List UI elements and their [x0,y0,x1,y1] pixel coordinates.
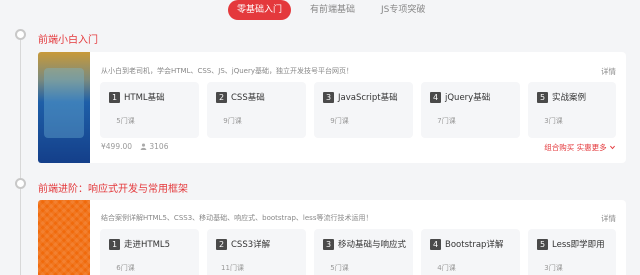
course-number: 4 [430,239,441,250]
course-item[interactable]: 3 JavaScript基础 9门课 [314,82,413,138]
course-name: 实战案例 [552,93,587,103]
course-count: 11门课 [221,264,244,272]
bundle-purchase-link[interactable]: 组合购买 实惠更多 [544,142,616,153]
course-item[interactable]: 1 走进HTML5 6门课 [100,229,199,275]
course-name: Bootstrap详解 [445,240,504,250]
learner-count: 3106 [140,142,168,151]
tab-js-special[interactable]: JS专项突破 [381,0,425,20]
course-count: 9门课 [330,117,349,125]
timeline-line [20,34,21,275]
path-card[interactable]: 从小白到老司机，学会HTML、CSS、JS、jQuery基础，独立开发技号平台网… [38,52,626,163]
course-name: CSS3详解 [231,240,271,250]
path-description: 从小白到老司机，学会HTML、CSS、JS、jQuery基础，独立开发技号平台网… [101,67,353,75]
course-count: 4门课 [437,264,456,272]
timeline-node [15,178,26,189]
course-item[interactable]: 2 CSS基础 9门课 [207,82,306,138]
course-name: jQuery基础 [445,93,491,103]
course-number: 5 [537,92,548,103]
track-tabs: 零基础入门 有前端基础 JS专项突破 [0,0,640,22]
course-number: 4 [430,92,441,103]
section-title[interactable]: 前端进阶：响应式开发与常用框架 [38,180,188,195]
course-item[interactable]: 1 HTML基础 5门课 [100,82,199,138]
course-name: 移动基础与响应式 [338,240,407,250]
detail-link[interactable]: 详情 [601,213,616,224]
course-name: CSS基础 [231,93,265,103]
course-count: 3门课 [544,117,563,125]
path-description: 结合案例详解HTML5、CSS3、移动基础、响应式、bootstrap、less… [101,214,373,222]
course-item[interactable]: 5 Less即学即用 3门课 [528,229,616,275]
learner-count-value: 3106 [149,142,169,151]
course-item[interactable]: 3 移动基础与响应式 5门课 [314,229,413,275]
course-count: 7门课 [437,117,456,125]
course-name: HTML基础 [124,93,165,103]
course-name: 走进HTML5 [124,240,171,250]
course-number: 2 [216,92,227,103]
course-item[interactable]: 4 jQuery基础 7门课 [421,82,520,138]
detail-link[interactable]: 详情 [601,66,616,77]
course-number: 1 [109,92,120,103]
course-count: 9门课 [223,117,242,125]
course-name: JavaScript基础 [338,93,398,103]
course-item[interactable]: 5 实战案例 3门课 [528,82,616,138]
course-count: 5门课 [116,117,135,125]
course-count: 5门课 [330,264,349,272]
chevron-down-icon [610,145,615,150]
course-item[interactable]: 2 CSS3详解 11门课 [207,229,306,275]
course-name: Less即学即用 [552,240,605,250]
timeline-node [15,29,26,40]
bundle-purchase-label: 组合购买 实惠更多 [544,143,607,152]
tab-has-frontend-basics[interactable]: 有前端基础 [310,0,355,20]
person-icon [140,143,147,150]
path-card[interactable]: 结合案例详解HTML5、CSS3、移动基础、响应式、bootstrap、less… [38,200,626,275]
course-number: 3 [323,239,334,250]
course-count: 6门课 [116,264,135,272]
course-number: 5 [537,239,548,250]
course-thumbnail[interactable] [38,200,90,275]
course-count: 3门课 [544,264,563,272]
course-item[interactable]: 4 Bootstrap详解 4门课 [421,229,520,275]
section-title[interactable]: 前端小白入门 [38,31,98,46]
course-number: 3 [323,92,334,103]
course-number: 2 [216,239,227,250]
course-thumbnail[interactable] [38,52,90,163]
price: ¥499.00 [101,142,133,151]
tab-zero-basics[interactable]: 零基础入门 [228,0,292,20]
course-number: 1 [109,239,120,250]
